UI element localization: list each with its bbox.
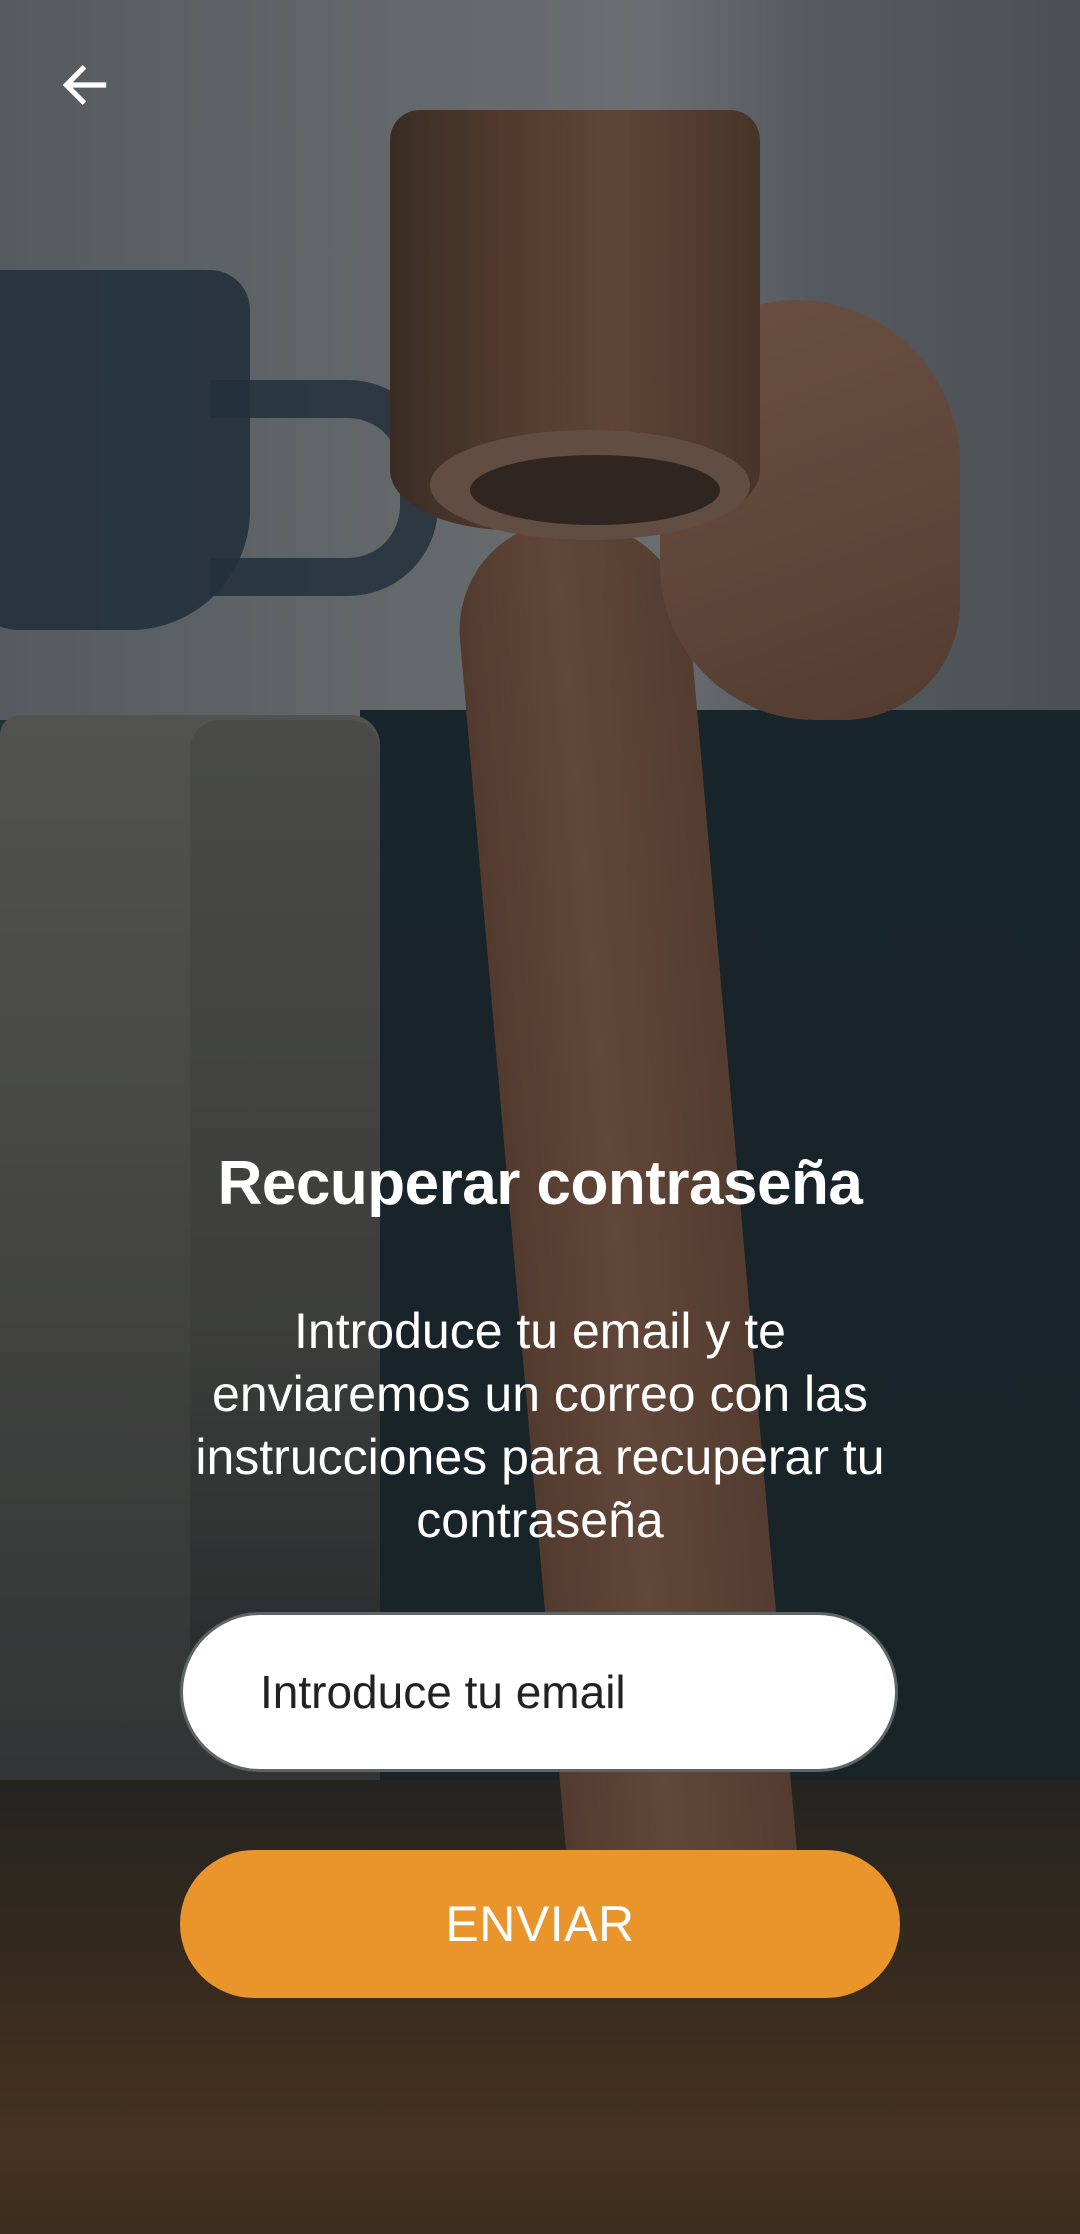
send-button[interactable]: ENVIAR [180, 1850, 900, 1998]
email-field[interactable] [180, 1612, 898, 1772]
recover-password-screen: Recuperar contraseña Introduce tu email … [0, 0, 1080, 2234]
arrow-left-icon [62, 65, 107, 105]
instructions-text: Introduce tu email y te enviaremos un co… [195, 1303, 885, 1548]
page-title: Recuperar contraseña [217, 1149, 863, 1218]
back-button[interactable] [50, 50, 120, 120]
email-input[interactable] [258, 1664, 822, 1720]
